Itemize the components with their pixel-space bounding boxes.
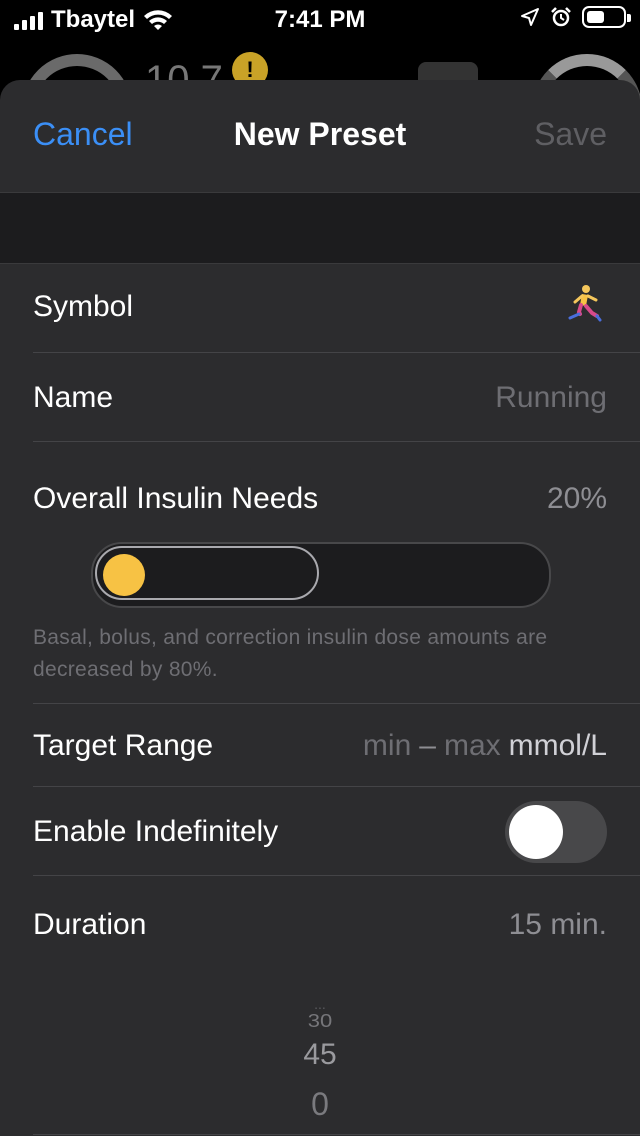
status-right — [520, 6, 631, 28]
status-bar: Tbaytel 7:41 PM — [0, 0, 640, 40]
slider-thumb-track[interactable] — [95, 546, 319, 600]
target-range-label: Target Range — [33, 729, 214, 762]
enable-indefinitely-label: Enable Indefinitely — [33, 815, 279, 848]
duration-row: Duration 15 min. ... 30 45 0 — [33, 876, 640, 1135]
duration-label: Duration — [33, 908, 147, 941]
target-range-row[interactable]: Target Range min – max mmol/L — [33, 704, 640, 787]
save-button[interactable]: Save — [534, 116, 607, 153]
picker-item[interactable]: 0 — [33, 1086, 607, 1123]
symbol-row[interactable]: Symbol — [33, 264, 640, 353]
symbol-label: Symbol — [33, 290, 134, 323]
enable-indefinitely-toggle[interactable] — [505, 801, 607, 863]
picker-item[interactable]: 45 — [33, 1038, 607, 1072]
target-dash: – — [419, 729, 436, 762]
target-unit: mmol/L — [508, 729, 607, 762]
insulin-needs-description: Basal, bolus, and correction insulin dos… — [33, 626, 548, 681]
running-emoji-icon[interactable] — [566, 284, 602, 328]
target-max-field[interactable]: max — [444, 729, 501, 763]
enable-indefinitely-row: Enable Indefinitely — [33, 787, 640, 876]
battery-icon — [582, 6, 631, 28]
name-label: Name — [33, 381, 114, 414]
name-field[interactable]: Running — [495, 381, 607, 415]
target-min-field[interactable]: min — [363, 729, 411, 763]
name-row[interactable]: Name Running — [33, 353, 640, 442]
navigation-bar: Cancel New Preset Save — [0, 80, 640, 193]
insulin-needs-label: Overall Insulin Needs — [33, 482, 319, 515]
new-preset-sheet: Cancel New Preset Save Symbol Name Runni… — [0, 80, 640, 1136]
toggle-thumb[interactable] — [509, 805, 563, 859]
insulin-needs-value: 20% — [546, 482, 607, 515]
insulin-needs-slider[interactable] — [91, 542, 551, 608]
section-spacer — [0, 193, 640, 264]
duration-value: 15 min. — [508, 908, 607, 941]
alarm-clock-icon — [551, 7, 571, 27]
target-range-value[interactable]: min – max mmol/L — [363, 729, 607, 763]
location-arrow-icon — [521, 8, 539, 26]
insulin-needs-row: Overall Insulin Needs 20% Basal, bolus, … — [33, 442, 640, 704]
slider-thumb[interactable] — [103, 554, 145, 596]
picker-item[interactable]: 30 — [33, 1010, 607, 1032]
